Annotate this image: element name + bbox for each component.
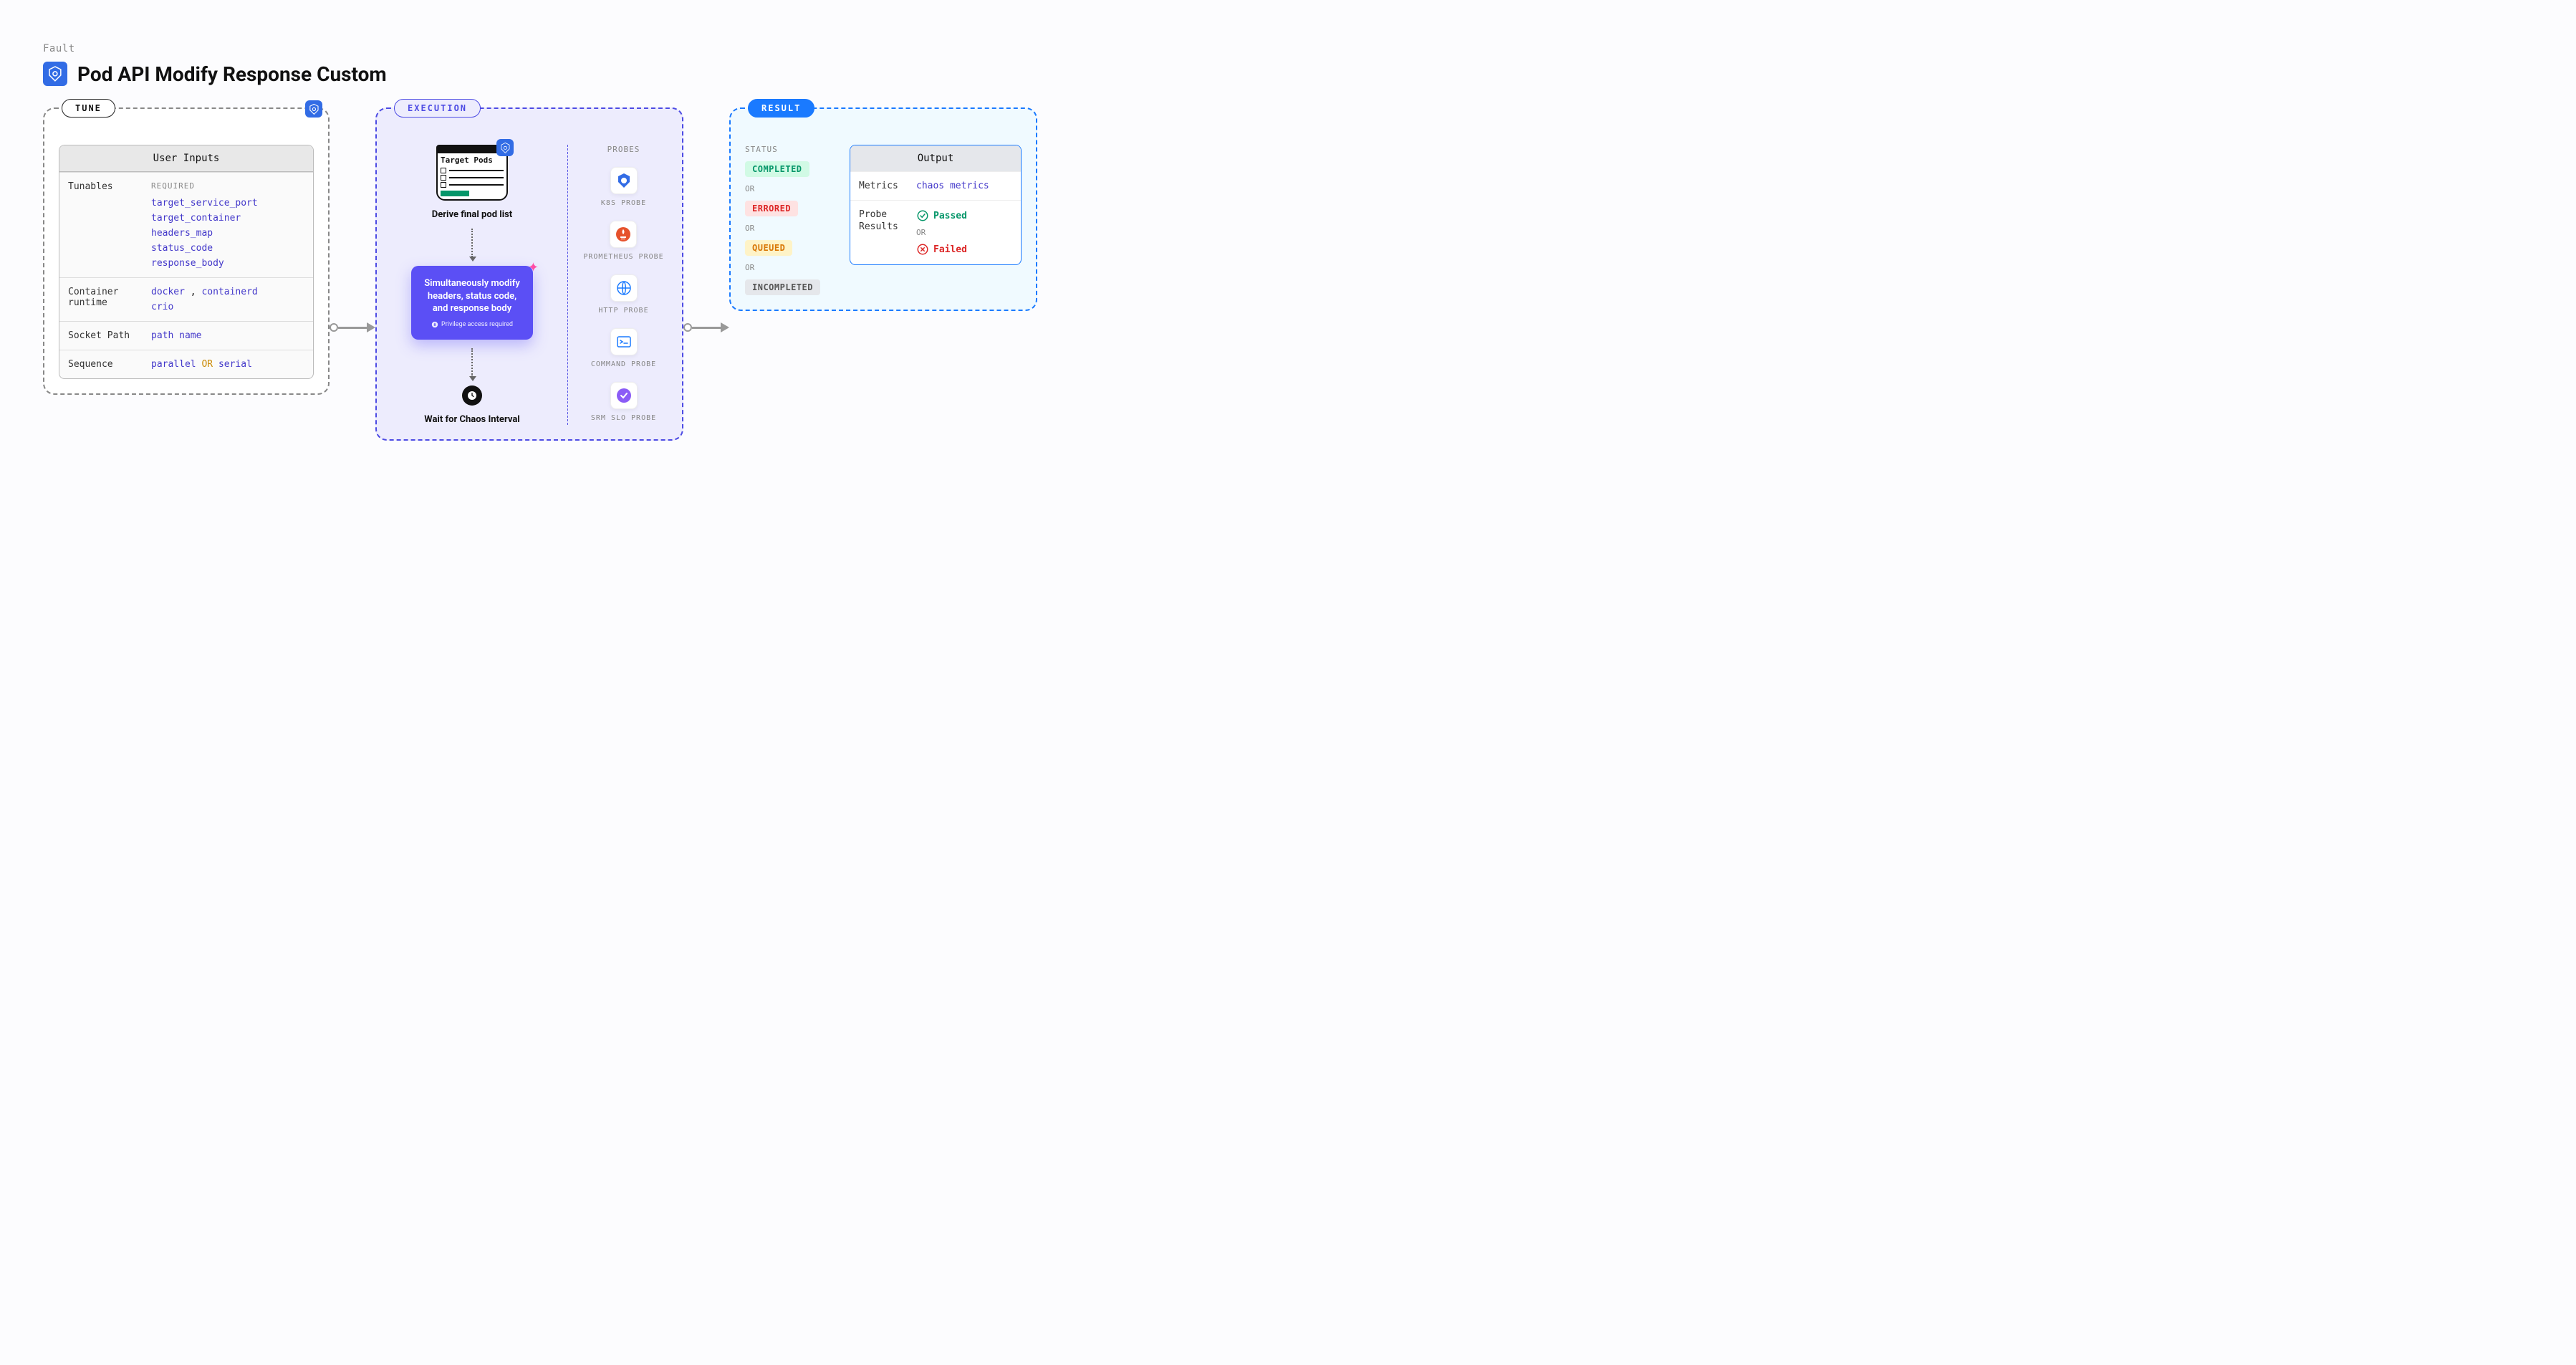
diagram-container: TUNE User Inputs Tunables REQUIRED targe… [43, 107, 2533, 441]
runtime-value: containerd [201, 287, 257, 297]
tunable-value: response_body [151, 258, 304, 269]
probe-label: COMMAND PROBE [591, 360, 656, 369]
sparkle-icon: ✦ [528, 260, 539, 275]
target-pods-card: Target Pods [436, 145, 508, 201]
output-box: Output Metrics chaos metrics Probe Resul… [850, 145, 1022, 265]
execution-panel: EXECUTION Target Pods Derive final pod l… [375, 107, 683, 441]
tunable-value: status_code [151, 243, 304, 254]
result-panel: RESULT STATUS COMPLETED OR ERRORED OR QU… [729, 107, 1037, 311]
sequence-value: parallel [151, 359, 196, 370]
probe-results-label: Probe Results [859, 209, 908, 256]
socket-row: Socket Path path name [59, 321, 313, 350]
probes-column: PROBES K8S PROBE PROMETHEUS PROBE HTTP P… [567, 145, 668, 425]
status-column: STATUS COMPLETED OR ERRORED OR QUEUED OR… [745, 145, 835, 295]
or-text: OR [201, 359, 213, 370]
tunable-value: target_container [151, 213, 304, 224]
tunables-label: Tunables [68, 181, 140, 269]
status-completed-badge: COMPLETED [745, 161, 809, 177]
passed-indicator: Passed [916, 209, 967, 222]
kubernetes-icon [305, 100, 322, 118]
page-header: Fault Pod API Modify Response Custom [43, 43, 2533, 86]
probes-header: PROBES [607, 145, 640, 154]
kubernetes-icon [43, 62, 67, 86]
terminal-icon [610, 328, 638, 355]
globe-icon [610, 274, 638, 302]
user-inputs-box: User Inputs Tunables REQUIRED target_ser… [59, 145, 314, 379]
socket-label: Socket Path [68, 330, 140, 341]
status-queued-badge: QUEUED [745, 240, 792, 256]
kubernetes-icon [496, 139, 514, 156]
sequence-label: Sequence [68, 359, 140, 370]
tunable-value: target_service_port [151, 198, 304, 209]
runtime-row: Container runtime docker , containerd cr… [59, 277, 313, 321]
status-incompleted-badge: INCOMPLETED [745, 279, 820, 295]
page-title: Pod API Modify Response Custom [77, 62, 387, 86]
status-errored-badge: ERRORED [745, 201, 798, 216]
probe-http: HTTP PROBE [598, 274, 648, 315]
or-text: OR [745, 263, 754, 272]
user-inputs-header: User Inputs [59, 145, 313, 172]
probe-label: HTTP PROBE [598, 306, 648, 315]
sequence-value: serial [218, 359, 252, 370]
step-wait-interval: Wait for Chaos Interval [424, 414, 519, 425]
probe-label: PROMETHEUS PROBE [583, 252, 663, 262]
separator: , [191, 287, 196, 297]
probe-label: SRM SLO PROBE [591, 413, 656, 423]
probe-k8s: K8S PROBE [601, 167, 646, 208]
status-header: STATUS [745, 145, 835, 154]
probe-results-row: Probe Results Passed OR Failed [850, 200, 1021, 264]
result-label: RESULT [748, 99, 814, 118]
tune-panel: TUNE User Inputs Tunables REQUIRED targe… [43, 107, 330, 395]
kubernetes-icon [610, 167, 638, 194]
privilege-note: Privilege access required [423, 321, 522, 328]
output-header: Output [850, 145, 1021, 171]
execution-label: EXECUTION [394, 99, 481, 118]
execution-flow: Target Pods Derive final pod list ✦ Simu… [391, 145, 553, 425]
or-text: OR [745, 224, 754, 233]
prometheus-icon [610, 221, 637, 248]
probe-prometheus: PROMETHEUS PROBE [583, 221, 663, 262]
dotted-arrow-icon [471, 348, 473, 377]
shield-check-icon [610, 382, 638, 409]
metrics-row: Metrics chaos metrics [850, 171, 1021, 200]
arrow-connector [683, 322, 729, 332]
dotted-arrow-icon [471, 229, 473, 257]
tunable-value: headers_map [151, 228, 304, 239]
or-text: OR [916, 228, 967, 237]
lock-icon [431, 321, 438, 328]
metrics-label: Metrics [859, 181, 908, 191]
runtime-value: crio [151, 302, 304, 312]
sequence-row: Sequence parallel OR serial [59, 350, 313, 378]
x-circle-icon [916, 243, 929, 256]
runtime-value: docker [151, 287, 185, 297]
target-pods-title: Target Pods [441, 156, 504, 165]
title-row: Pod API Modify Response Custom [43, 62, 2533, 86]
failed-indicator: Failed [916, 243, 967, 256]
runtime-label: Container runtime [68, 287, 140, 312]
step-derive-pods: Derive final pod list [432, 209, 512, 220]
action-text: Simultaneously modify headers, status co… [423, 277, 522, 315]
tune-label: TUNE [62, 99, 115, 118]
probe-label: K8S PROBE [601, 198, 646, 208]
probe-command: COMMAND PROBE [591, 328, 656, 369]
or-text: OR [745, 184, 754, 193]
clock-icon [462, 385, 482, 406]
tunables-row: Tunables REQUIRED target_service_port ta… [59, 172, 313, 277]
check-circle-icon [916, 209, 929, 222]
arrow-connector [330, 322, 375, 332]
breadcrumb: Fault [43, 43, 2533, 54]
action-card: ✦ Simultaneously modify headers, status … [411, 266, 533, 340]
metrics-value: chaos metrics [916, 181, 989, 191]
probe-srm: SRM SLO PROBE [591, 382, 656, 423]
socket-value: path name [151, 330, 304, 341]
required-tag: REQUIRED [151, 181, 304, 191]
